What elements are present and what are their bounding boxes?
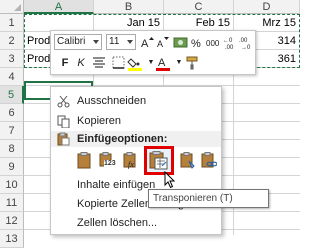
svg-text:fx: fx	[128, 160, 134, 169]
row-header-9[interactable]: 9	[0, 158, 24, 176]
chevron-down-icon	[93, 40, 99, 44]
font-size-value: 11	[109, 36, 120, 47]
italic-button[interactable]: K	[73, 55, 89, 71]
menu-label-copy: Kopieren	[77, 115, 122, 127]
svg-text:A: A	[157, 39, 163, 49]
transpose-icon	[149, 151, 168, 170]
column-header-c[interactable]: C	[164, 0, 234, 14]
row-header-7[interactable]: 7	[0, 122, 24, 140]
increase-font-icon: A	[141, 37, 154, 50]
align-center-icon	[93, 57, 105, 68]
paste-formatting-button[interactable]	[177, 150, 199, 172]
clipboard-icon	[57, 132, 70, 146]
decrease-font-size-button[interactable]: A	[155, 34, 171, 50]
mouse-cursor-icon	[164, 171, 176, 189]
accounting-format-button[interactable]	[173, 34, 189, 50]
increase-font-size-button[interactable]: A	[139, 34, 155, 50]
bold-button[interactable]: F	[57, 55, 73, 71]
row-header-1[interactable]: 1	[0, 14, 24, 32]
row-header-11[interactable]: 11	[0, 194, 24, 212]
font-color-swatch	[156, 68, 170, 71]
decrease-font-icon: A	[157, 37, 169, 49]
row-header-6[interactable]: 6	[0, 104, 24, 122]
borders-icon	[112, 56, 125, 69]
menu-item-copy[interactable]: Kopieren	[51, 112, 221, 131]
row-header-10[interactable]: 10	[0, 176, 24, 194]
chevron-down-icon	[127, 40, 133, 44]
menu-label-delete-cells: Zellen löschen...	[77, 217, 158, 229]
svg-text:→0: →0	[241, 45, 251, 50]
clipboard-formula-icon: fx	[123, 152, 136, 169]
clipboard-link-icon	[201, 152, 217, 168]
borders-button[interactable]	[111, 55, 127, 71]
svg-text:000: 000	[206, 39, 220, 48]
scissors-icon	[57, 95, 70, 108]
column-header-a[interactable]: A	[24, 0, 94, 14]
paste-formulas-button[interactable]: fx	[120, 150, 142, 172]
menu-item-delete-cells[interactable]: Zellen löschen...	[51, 214, 221, 233]
mini-toolbar: Calibri 11 A A % 000 ←0.00 .00 →0 F K ▼ …	[50, 30, 256, 75]
font-name-value: Calibri	[57, 36, 86, 47]
row-header-13[interactable]: 13	[0, 230, 24, 248]
svg-text:.00: .00	[239, 38, 248, 44]
font-name-dropdown[interactable]: Calibri	[54, 34, 102, 50]
font-color-button[interactable]: A	[155, 55, 171, 71]
row-header-8[interactable]: 8	[0, 140, 24, 158]
decrease-decimal-button[interactable]: .00 →0	[239, 34, 255, 51]
svg-text:A: A	[141, 38, 149, 50]
decrease-decimal-icon: .00→0	[239, 38, 251, 51]
context-menu: Ausschneiden Kopieren Einfügeoptionen: 1…	[50, 86, 222, 235]
column-header-b[interactable]: B	[94, 0, 164, 14]
paste-options-label: Einfügeoptionen:	[77, 133, 168, 145]
svg-text:%: %	[191, 38, 201, 50]
menu-label-paste-special: Inhalte einfügen	[77, 179, 156, 191]
align-center-button[interactable]	[91, 55, 107, 71]
percent-format-button[interactable]: %	[189, 34, 205, 50]
row-header-5[interactable]: 5	[0, 86, 24, 104]
column-header-d[interactable]: D	[234, 0, 300, 14]
clipboard-format-icon	[180, 152, 195, 169]
svg-text:.00: .00	[225, 45, 234, 50]
row-header-2[interactable]: 2	[0, 32, 24, 50]
svg-text:←0: ←0	[223, 38, 233, 44]
row-header-12[interactable]: 12	[0, 212, 24, 230]
paste-values-label: 123	[104, 160, 116, 168]
transpose-tooltip: Transponieren (T)	[148, 189, 269, 208]
thousands-separator-icon: 000	[206, 39, 220, 48]
currency-icon	[173, 37, 188, 48]
format-painter-icon	[186, 56, 198, 70]
menu-label-cut: Ausschneiden	[77, 95, 147, 107]
paste-options-header: Einfügeoptionen:	[51, 131, 221, 147]
spreadsheet[interactable]: A B C D 1 2 3 4 5 6 7 8 9 10 11 12 13 Ja…	[0, 0, 300, 248]
row-header-3[interactable]: 3	[0, 50, 24, 68]
menu-item-cut[interactable]: Ausschneiden	[51, 92, 221, 111]
percent-icon: %	[191, 38, 201, 50]
paste-link-button[interactable]	[198, 150, 220, 172]
row-header-4[interactable]: 4	[0, 68, 24, 86]
increase-decimal-icon: ←0.00	[223, 38, 234, 51]
increase-decimal-button[interactable]: ←0.00	[223, 34, 239, 51]
thousands-separator-button[interactable]: 000	[206, 34, 222, 50]
fill-color-swatch	[128, 68, 142, 71]
format-painter-button[interactable]	[185, 55, 201, 71]
paste-button[interactable]	[74, 150, 96, 172]
paste-values-button[interactable]: 123	[96, 150, 118, 172]
fill-color-button[interactable]	[127, 55, 143, 71]
copy-icon	[57, 115, 70, 128]
font-size-dropdown[interactable]: 11	[106, 34, 136, 50]
select-all-corner[interactable]	[0, 0, 24, 14]
clipboard-icon	[77, 152, 91, 169]
